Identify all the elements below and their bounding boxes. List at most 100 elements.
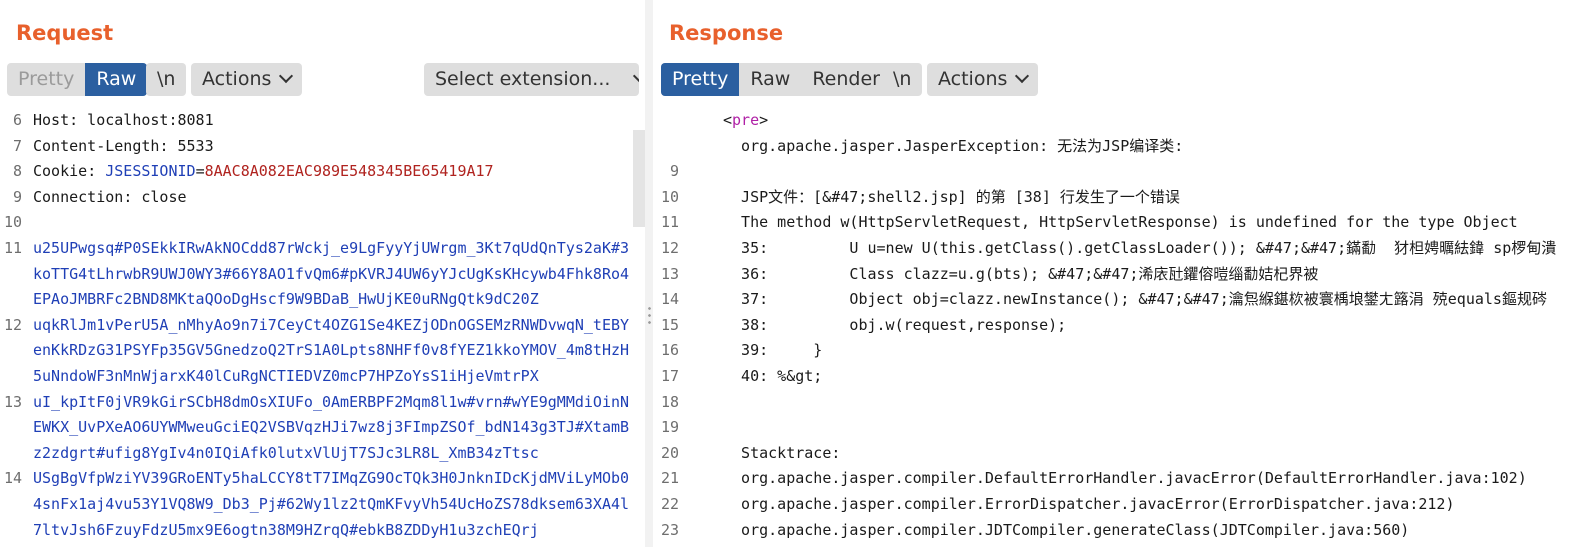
editor-line: 11 u25UPwgsq#P0SEkkIRwAkNOCdd87rWckj_e9Lg… <box>0 235 645 261</box>
line-content: z2zdgrt#ufig8YgIv4n0IQiAfk0lutxVlUjT7SJc… <box>33 440 539 466</box>
body-text: EPAoJMBRFc2BND8MKtaQOoDgHscf9W9BDaB_HwUj… <box>33 290 539 309</box>
line-number: 9 <box>12 187 22 206</box>
body-text: 4snFx1aj4vu53Y1VQ8W9_Db3_Pj#62Wy1lz2tQmK… <box>33 495 630 513</box>
request-view-mode-group: Pretty Raw <box>7 63 148 96</box>
editor-line: 8 Cookie: JSESSIONID=8AAC8A082EAC989E5483… <box>0 158 645 184</box>
response-text: org.apache.jasper.compiler.ErrorDispatch… <box>723 495 1455 513</box>
request-pane: Request Pretty Raw \n Actions Select ext… <box>0 0 645 547</box>
line-number: 21 <box>660 469 679 488</box>
line-content: Stacktrace: <box>723 440 840 466</box>
body-text: u25UPwgsq#P0SEkkIRwAkNOCdd87rWckj_e9LgFy… <box>33 239 630 257</box>
response-text: 40: %&gt; <box>723 367 823 385</box>
response-actions-label: Actions <box>938 68 1008 90</box>
response-text: Stacktrace: <box>723 443 841 462</box>
select-extension-dropdown[interactable]: Select extension... <box>424 63 639 96</box>
line-number: 15 <box>660 315 679 334</box>
editor-line: 17 40: %&gt; <box>653 363 1570 389</box>
request-actions-dropdown[interactable]: Actions <box>191 63 303 96</box>
response-render-button[interactable]: Render <box>801 63 891 96</box>
header-value: localhost:8081 <box>78 111 214 129</box>
pane-divider[interactable] <box>645 0 653 547</box>
line-number: 23 <box>660 520 679 539</box>
line-content: u25UPwgsq#P0SEkkIRwAkNOCdd87rWckj_e9LgFy… <box>33 235 629 261</box>
response-text: 37: Object obj=clazz.newInstance(); &#47… <box>723 290 1547 309</box>
line-number: 22 <box>660 495 679 513</box>
line-content: Cookie: JSESSIONID=8AAC8A082EAC989E54834… <box>33 162 494 181</box>
line-content: Host: localhost:8081 <box>33 111 214 129</box>
line-number: 11 <box>3 239 22 257</box>
response-actions-dropdown[interactable]: Actions <box>927 63 1039 96</box>
editor-line: 20 Stacktrace: <box>653 440 1570 466</box>
line-number: 20 <box>660 443 679 462</box>
line-number: 11 <box>660 213 679 232</box>
editor-line: 4snFx1aj4vu53Y1VQ8W9_Db3_Pj#62Wy1lz2tQmK… <box>0 491 645 517</box>
body-text: EWKX_UvPXeAO6UYWMweuGciEQ2VSBVqzHJi7wz8j… <box>33 418 630 437</box>
line-number: 10 <box>660 187 679 206</box>
editor-line: 23 org.apache.jasper.compiler.JDTCompile… <box>653 517 1570 543</box>
editor-line: enKkRDzG31PSYFp35GV5GnedzoQ2TrS1A0Lpts8N… <box>0 337 645 363</box>
body-text: 7ltvJsh6FzuyFdzU5mx9E6ogtn38M9HZrqQ#ebkB… <box>33 520 539 539</box>
select-extension-label: Select extension... <box>435 68 611 90</box>
response-editor[interactable]: <pre> org.apache.jasper.JasperException:… <box>653 103 1570 547</box>
body-text: uqkRlJm1vPerU5A_nMhyAo9n7i7CeyCt4OZG1Se4… <box>33 315 630 334</box>
editor-line: EPAoJMBRFc2BND8MKtaQOoDgHscf9W9BDaB_HwUj… <box>0 286 645 312</box>
header-value: 5533 <box>168 136 214 155</box>
request-raw-button[interactable]: Raw <box>85 63 148 96</box>
editor-line: 22 org.apache.jasper.compiler.ErrorDispa… <box>653 491 1570 517</box>
response-text: 39: } <box>723 341 823 360</box>
line-number: 12 <box>3 315 22 334</box>
editor-line: 7 Content-Length: 5533 <box>0 133 645 159</box>
line-content: 5uNndoWF3nMnWjarxK40lCuRgNCTIEDVZ0mcP7HP… <box>33 363 539 389</box>
response-raw-button[interactable]: Raw <box>739 63 801 96</box>
request-scrollbar[interactable] <box>633 130 645 227</box>
editor-line: EWKX_UvPXeAO6UYWMweuGciEQ2VSBVqzHJi7wz8j… <box>0 414 645 440</box>
line-number: 8 <box>12 162 22 181</box>
cookie-value: 8AAC8A082EAC989E548345BE65419A17 <box>204 162 494 181</box>
request-newline-label: \n <box>157 68 176 90</box>
line-number: 10 <box>3 213 22 232</box>
editor-line: org.apache.jasper.JasperException: 无法为JS… <box>653 133 1570 159</box>
response-view-mode-group: Pretty Raw Render <box>661 63 891 96</box>
editor-line: 10 <box>0 209 645 235</box>
line-content: uI_kpItF0jVR9kGirSCbH8dmOsXIUFo_0AmERBPF… <box>33 389 629 415</box>
header-name: Content-Length <box>33 136 160 155</box>
line-content: Connection: close <box>33 187 187 206</box>
chevron-down-icon <box>633 68 639 84</box>
line-content: org.apache.jasper.JasperException: 无法为JS… <box>723 133 1183 159</box>
editor-line: 11 The method w(HttpServletRequest, Http… <box>653 209 1570 235</box>
body-text: z2zdgrt#ufig8YgIv4n0IQiAfk0lutxVlUjT7SJc… <box>33 443 539 462</box>
request-pretty-button[interactable]: Pretty <box>7 63 85 96</box>
response-toolbar: Pretty Raw Render \n Actions <box>661 63 1570 96</box>
line-content: USgBgVfpWziYV39GRoENTy5haLCCY8tT7IMqZG9O… <box>33 465 629 491</box>
request-editor[interactable]: 6 Host: localhost:8081 7 Content-Length: 55… <box>0 103 645 547</box>
response-pane: Response Pretty Raw Render \n Actions <p… <box>653 0 1570 547</box>
body-text: uI_kpItF0jVR9kGirSCbH8dmOsXIUFo_0AmERBPF… <box>33 392 630 411</box>
editor-line: 21 org.apache.jasper.compiler.DefaultErr… <box>653 465 1570 491</box>
request-newline-toggle[interactable]: \n <box>146 63 187 96</box>
editor-line: z2zdgrt#ufig8YgIv4n0IQiAfk0lutxVlUjT7SJc… <box>0 440 645 466</box>
editor-line: 15 38: obj.w(request,response); <box>653 312 1570 338</box>
response-pretty-button[interactable]: Pretty <box>661 63 740 96</box>
editor-line: 16 39: } <box>653 337 1570 363</box>
body-text: koTTG4tLhrwbR9UWJ0WY3#66Y8AO1fvQm6#pKVRJ… <box>33 264 630 283</box>
header-name: Connection <box>33 187 124 206</box>
line-content: 39: } <box>723 337 822 363</box>
editor-line: 10 JSP文件：[&#47;shell2.jsp] 的第 [38] 行发生了一… <box>653 184 1570 210</box>
line-content: 7ltvJsh6FzuyFdzU5mx9E6ogtn38M9HZrqQ#ebkB… <box>33 517 539 543</box>
line-content: <pre> <box>723 107 768 133</box>
editor-line: 9 <box>653 158 1570 184</box>
response-title: Response <box>669 21 784 45</box>
response-text: org.apache.jasper.compiler.DefaultErrorH… <box>723 469 1527 488</box>
response-newline-toggle[interactable]: \n <box>882 63 923 96</box>
line-number: 14 <box>660 290 679 309</box>
response-text: org.apache.jasper.compiler.JDTCompiler.g… <box>723 520 1410 539</box>
line-content: 4snFx1aj4vu53Y1VQ8W9_Db3_Pj#62Wy1lz2tQmK… <box>33 491 629 517</box>
drag-handle-icon[interactable] <box>648 305 651 327</box>
html-tag-name: pre <box>732 111 760 129</box>
editor-line: 14 37: Object obj=clazz.newInstance(); &… <box>653 286 1570 312</box>
editor-line: 9 Connection: close <box>0 184 645 210</box>
editor-line: 18 <box>653 389 1570 415</box>
editor-line: koTTG4tLhrwbR9UWJ0WY3#66Y8AO1fvQm6#pKVRJ… <box>0 261 645 287</box>
line-number: 18 <box>660 392 679 411</box>
response-text: JSP文件：[&#47;shell2.jsp] 的第 [38] 行发生了一个错误 <box>723 187 1180 206</box>
